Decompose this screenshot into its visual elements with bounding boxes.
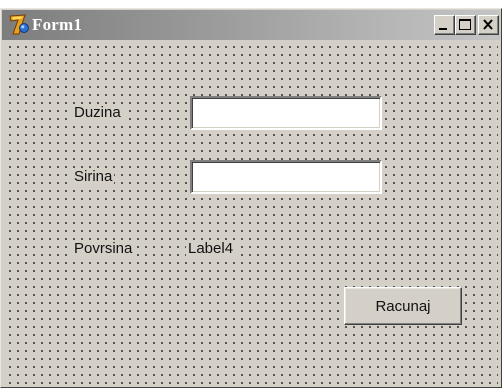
sirina-input[interactable] bbox=[190, 160, 382, 194]
close-button[interactable] bbox=[478, 15, 499, 35]
povrsina-label: Povrsina bbox=[72, 240, 135, 258]
delphi-app-icon bbox=[8, 13, 30, 37]
maximize-button[interactable] bbox=[455, 15, 476, 35]
duzina-label: Duzina bbox=[72, 104, 123, 122]
title-bar[interactable]: Form1 bbox=[2, 10, 500, 40]
racunaj-button[interactable]: Racunaj bbox=[344, 287, 462, 325]
minimize-button[interactable] bbox=[434, 15, 455, 35]
close-icon bbox=[483, 19, 493, 30]
form-window: Form1 Duzina Sirina Povrsina Label4 Racu… bbox=[0, 8, 502, 388]
window-title: Form1 bbox=[32, 15, 83, 34]
duzina-input[interactable] bbox=[190, 96, 382, 130]
result-label: Label4 bbox=[186, 240, 236, 258]
maximize-icon bbox=[459, 19, 471, 30]
minimize-icon bbox=[439, 28, 447, 30]
form-design-surface: Duzina Sirina Povrsina Label4 Racunaj bbox=[5, 42, 498, 384]
sirina-label: Sirina bbox=[72, 168, 115, 186]
